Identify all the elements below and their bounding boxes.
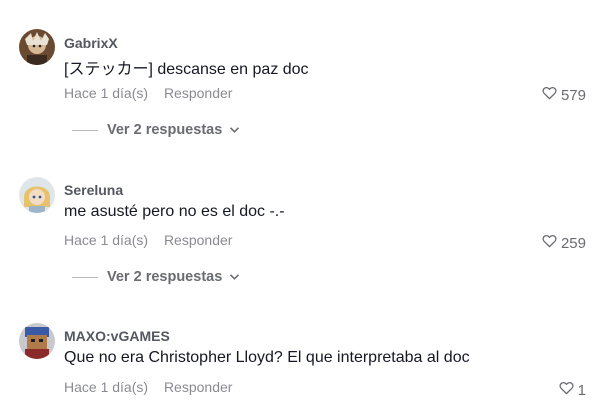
username[interactable]: MAXO:vGAMES (64, 328, 170, 344)
comment-text: me asusté pero no es el doc -.- (64, 203, 285, 220)
comment-item: GabrixX [ステッカー] descanse en paz doc Hace… (0, 0, 596, 150)
username[interactable]: Sereluna (64, 182, 123, 198)
comment-time: Hace 1 día(s) (64, 379, 149, 395)
heart-outline-icon (542, 86, 557, 104)
avatar[interactable] (19, 177, 55, 213)
comment-text: Que no era Christopher Lloyd? El que int… (64, 349, 470, 366)
comment-meta: Hace 1 día(s) Responder (64, 232, 232, 248)
comment-time: Hace 1 día(s) (64, 232, 149, 248)
reply-button[interactable]: Responder (164, 232, 233, 248)
like-button[interactable]: 259 (542, 234, 586, 252)
comment-item: Sereluna me asusté pero no es el doc -.-… (0, 150, 596, 295)
divider (72, 129, 98, 131)
chevron-down-icon (222, 269, 240, 285)
avatar[interactable] (19, 29, 55, 65)
avatar[interactable] (19, 323, 55, 359)
like-count: 259 (560, 234, 586, 252)
like-button[interactable]: 579 (542, 86, 586, 104)
divider (72, 276, 98, 278)
like-button[interactable]: 1 (559, 381, 586, 399)
comment-meta: Hace 1 día(s) Responder (64, 85, 232, 101)
comment-text: [ステッカー] descanse en paz doc (64, 61, 309, 78)
like-count: 1 (577, 381, 586, 399)
chevron-down-icon (222, 122, 240, 138)
comment-time: Hace 1 día(s) (64, 85, 149, 101)
view-replies-label: Ver 2 respuestas (107, 122, 223, 138)
like-count: 579 (560, 86, 586, 104)
view-replies-label: Ver 2 respuestas (107, 269, 223, 285)
comment-meta: Hace 1 día(s) Responder (64, 379, 232, 395)
heart-outline-icon (559, 381, 574, 399)
username[interactable]: GabrixX (64, 35, 118, 51)
comment-item: MAXO:vGAMES Que no era Christopher Lloyd… (0, 295, 596, 407)
reply-button[interactable]: Responder (164, 85, 233, 101)
heart-outline-icon (542, 234, 557, 252)
reply-button[interactable]: Responder (164, 379, 233, 395)
view-replies-button[interactable]: Ver 2 respuestas (72, 269, 240, 285)
view-replies-button[interactable]: Ver 2 respuestas (72, 122, 240, 138)
